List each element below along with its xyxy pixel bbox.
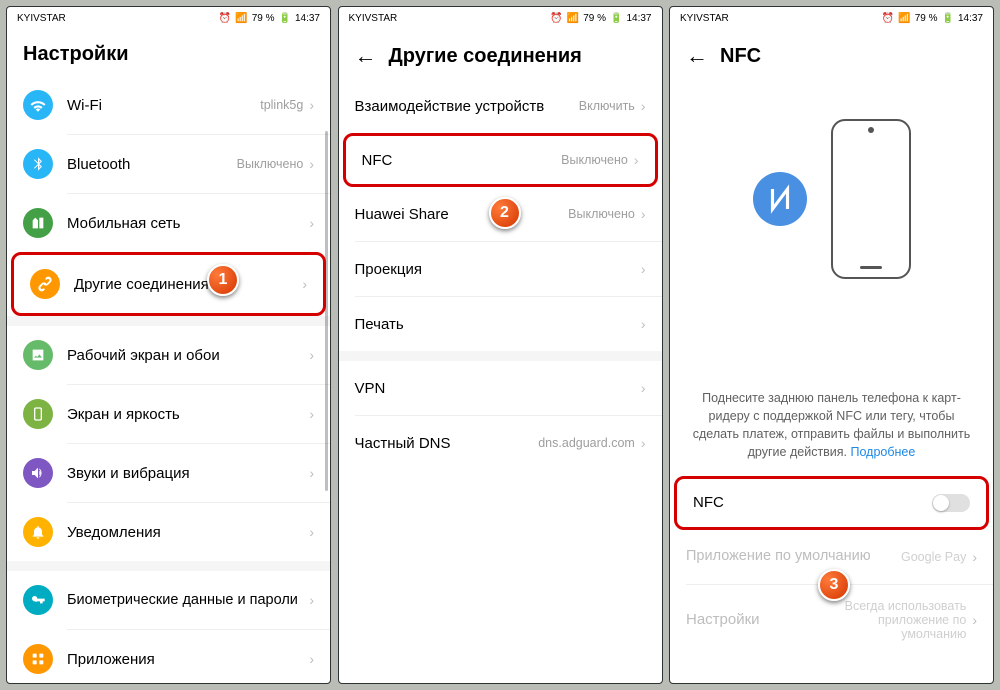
row-label: Уведомления [67, 524, 309, 541]
status-icons: ⏰ 📶 79 % 🔋 14:37 [219, 13, 320, 24]
row-wifi[interactable]: Wi-Fi tplink5g › [7, 76, 330, 134]
chevron-right-icon: › [309, 465, 314, 481]
page-header: ← NFC [670, 29, 993, 79]
row-print[interactable]: Печать › [339, 297, 662, 351]
page-title: Настройки [7, 29, 330, 76]
row-label: Звуки и вибрация [67, 465, 309, 482]
chevron-right-icon: › [641, 380, 646, 396]
chevron-right-icon: › [309, 406, 314, 422]
callout-marker-1: 1 [207, 264, 239, 296]
apps-icon [23, 644, 53, 674]
row-value: Выключено [237, 157, 304, 171]
chevron-right-icon: › [641, 316, 646, 332]
chevron-right-icon: › [641, 206, 646, 222]
row-projection[interactable]: Проекция › [339, 242, 662, 296]
row-label: Wi-Fi [67, 97, 260, 114]
row-label: Другие соединения [74, 276, 302, 293]
connections-list: Взаимодействие устройств Включить › NFC … [339, 79, 662, 683]
nfc-phone-icon [831, 119, 911, 279]
chevron-right-icon: › [972, 612, 977, 628]
bell-icon [23, 517, 53, 547]
back-icon[interactable]: ← [686, 43, 708, 69]
row-device-interaction[interactable]: Взаимодействие устройств Включить › [339, 79, 662, 133]
status-bar: KYIVSTAR ⏰ 📶 79 % 🔋 14:37 [339, 7, 662, 29]
row-label: Экран и яркость [67, 406, 309, 423]
chevron-right-icon: › [309, 592, 314, 608]
row-display[interactable]: Экран и яркость › [7, 385, 330, 443]
image-icon [23, 340, 53, 370]
battery-icon: 🔋 [942, 13, 954, 24]
row-label: Биометрические данные и пароли [67, 591, 309, 609]
row-sounds[interactable]: Звуки и вибрация › [7, 444, 330, 502]
row-label: Мобильная сеть [67, 215, 309, 232]
row-label: Рабочий экран и обои [67, 347, 309, 364]
nfc-content: Поднесите заднюю панель телефона к карт-… [670, 79, 993, 683]
nfc-toggle-switch[interactable] [932, 494, 970, 512]
chevron-right-icon: › [641, 435, 646, 451]
phone-icon [23, 399, 53, 429]
signal-icon: 📶 [567, 13, 579, 24]
chevron-right-icon: › [641, 98, 646, 114]
battery-text: 79 % [252, 13, 275, 24]
phone-settings: KYIVSTAR ⏰ 📶 79 % 🔋 14:37 Настройки Wi-F… [6, 6, 331, 684]
callout-marker-3: 3 [818, 569, 850, 601]
row-value: tplink5g [260, 98, 303, 112]
nfc-help-text: Поднесите заднюю панель телефона к карт-… [670, 389, 993, 476]
row-label: Приложения [67, 651, 309, 668]
status-bar: KYIVSTAR ⏰ 📶 79 % 🔋 14:37 [7, 7, 330, 29]
alarm-icon: ⏰ [882, 13, 894, 24]
row-bluetooth[interactable]: Bluetooth Выключено › [7, 135, 330, 193]
nfc-illustration [670, 79, 993, 319]
bluetooth-icon [23, 149, 53, 179]
time-text: 14:37 [295, 13, 320, 24]
back-icon[interactable]: ← [355, 43, 377, 69]
row-dns[interactable]: Частный DNS dns.adguard.com › [339, 416, 662, 470]
page-title: Другие соединения [389, 45, 582, 68]
callout-marker-2: 2 [489, 197, 521, 229]
phone-connections: KYIVSTAR ⏰ 📶 79 % 🔋 14:37 ← Другие соеди… [338, 6, 663, 684]
chevron-right-icon: › [309, 156, 314, 172]
battery-icon: 🔋 [610, 13, 622, 24]
carrier-text: KYIVSTAR [17, 13, 66, 24]
wifi-icon [23, 90, 53, 120]
page-title: NFC [720, 45, 761, 68]
key-icon [23, 585, 53, 615]
settings-list: Wi-Fi tplink5g › Bluetooth Выключено › М… [7, 76, 330, 683]
alarm-icon: ⏰ [550, 13, 562, 24]
signal-icon: 📶 [898, 13, 910, 24]
nfc-badge-icon [753, 172, 807, 226]
chevron-right-icon: › [309, 215, 314, 231]
alarm-icon: ⏰ [219, 13, 231, 24]
row-apps[interactable]: Приложения › [7, 630, 330, 683]
row-nfc-toggle[interactable]: NFC [674, 476, 989, 530]
chevron-right-icon: › [972, 549, 977, 565]
battery-icon: 🔋 [279, 13, 291, 24]
more-link[interactable]: Подробнее [851, 445, 916, 459]
chevron-right-icon: › [641, 261, 646, 277]
chevron-right-icon: › [309, 97, 314, 113]
row-label: Bluetooth [67, 156, 237, 173]
sound-icon [23, 458, 53, 488]
signal-icon: 📶 [235, 13, 247, 24]
status-bar: KYIVSTAR ⏰ 📶 79 % 🔋 14:37 [670, 7, 993, 29]
page-header: ← Другие соединения [339, 29, 662, 79]
row-mobile[interactable]: Мобильная сеть › [7, 194, 330, 252]
row-other-connections[interactable]: Другие соединения › [11, 252, 326, 316]
row-nfc[interactable]: NFC Выключено › [343, 133, 658, 187]
chevron-right-icon: › [309, 651, 314, 667]
sim-icon [23, 208, 53, 238]
chevron-right-icon: › [302, 276, 307, 292]
link-icon [30, 269, 60, 299]
row-notifications[interactable]: Уведомления › [7, 503, 330, 561]
row-vpn[interactable]: VPN › [339, 361, 662, 415]
chevron-right-icon: › [309, 524, 314, 540]
phone-nfc: KYIVSTAR ⏰ 📶 79 % 🔋 14:37 ← NFC Поднесит… [669, 6, 994, 684]
chevron-right-icon: › [309, 347, 314, 363]
chevron-right-icon: › [634, 152, 639, 168]
row-biometric[interactable]: Биометрические данные и пароли › [7, 571, 330, 629]
row-wallpaper[interactable]: Рабочий экран и обои › [7, 326, 330, 384]
